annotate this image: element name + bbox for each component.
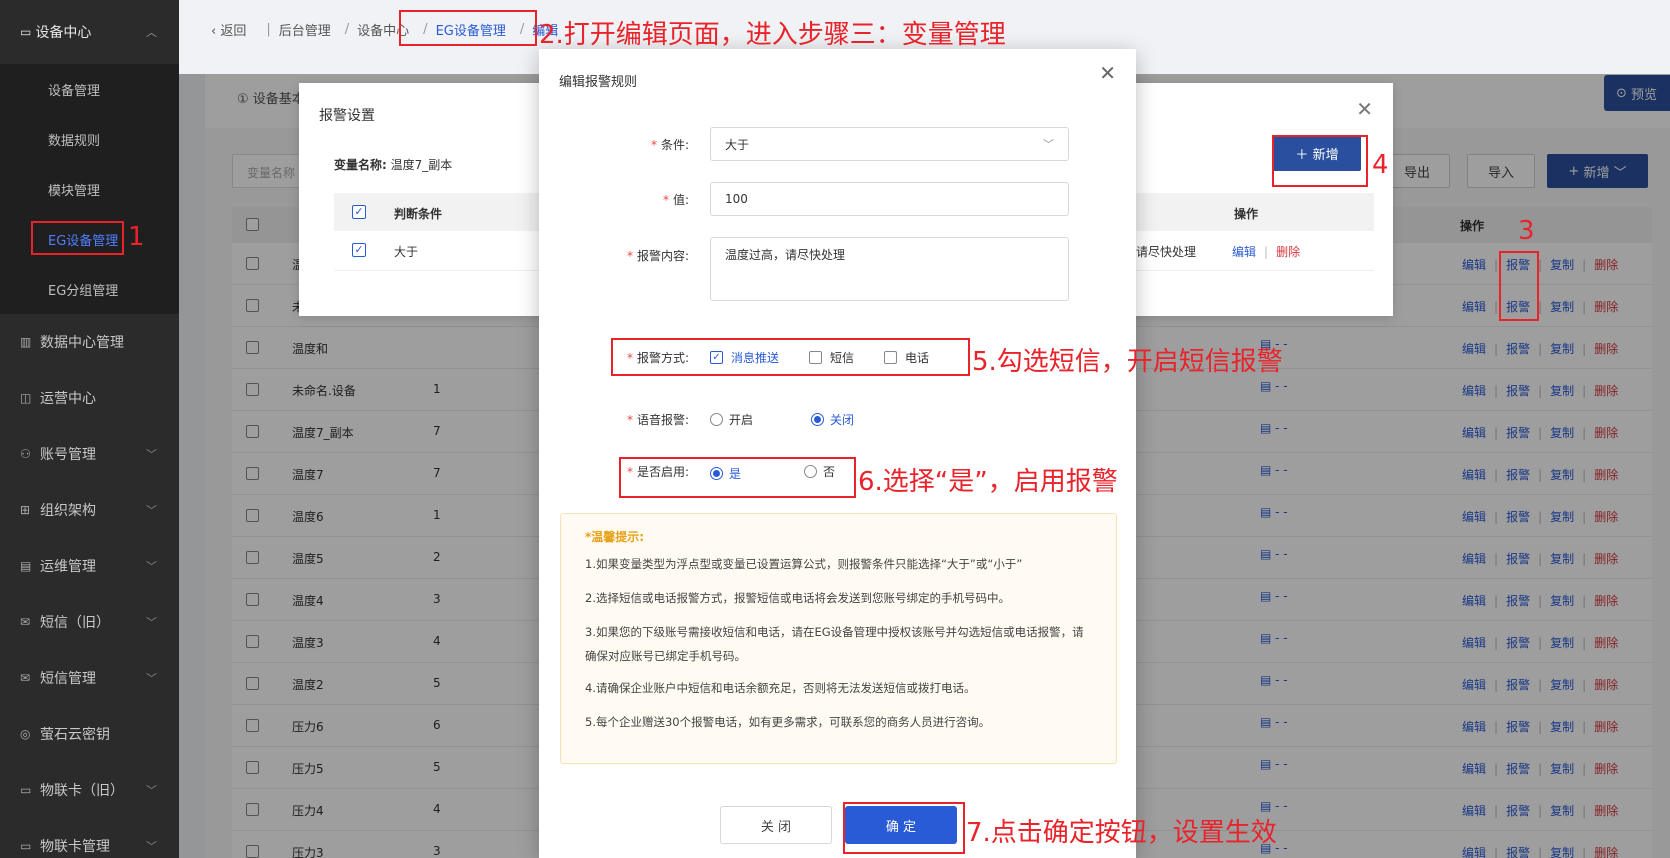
annotation-5: 5.勾选短信，开启短信报警 [972, 347, 1283, 377]
user-icon: ⚇ [20, 447, 31, 461]
annotation-box-7 [843, 802, 965, 854]
sidebar-item-sms[interactable]: ✉ 短信管理 ﹀ [0, 650, 179, 706]
tips-panel: *温馨提示: 1.如果变量类型为浮点型或变量已设置运算公式，则报警条件只能选择“… [560, 513, 1117, 764]
tip-line: 5.每个企业赠送30个报警电话，如有更多需求，可联系您的商务人员进行咨询。 [585, 715, 991, 729]
mail-icon: ✉ [20, 671, 31, 685]
content-textarea[interactable]: 温度过高，请尽快处理 [710, 237, 1069, 301]
alarm-variable-name: 变量名称: 温度7_副本 [334, 158, 453, 172]
chevron-down-icon: ﹀ [146, 672, 157, 685]
breadcrumb-backend[interactable]: 后台管理 [279, 20, 331, 39]
sidebar-item-data-rules[interactable]: 数据规则 [0, 114, 179, 164]
chevron-down-icon: ﹀ [146, 784, 157, 797]
chevron-down-icon: ﹀ [146, 616, 157, 629]
sidebar-submenu: 设备管理 数据规则 模块管理 EG设备管理 EG分组管理 [0, 64, 179, 314]
sidebar-item-data-center[interactable]: ▥ 数据中心管理 [0, 314, 179, 370]
sidebar-item-iot-card-old[interactable]: ▭ 物联卡（旧） ﹀ [0, 762, 179, 818]
sidebar: ▭ 设备中心 ︿ 设备管理 数据规则 模块管理 EG设备管理 EG分组管理 ▥ 数… [0, 0, 179, 858]
close-icon[interactable]: ✕ [1099, 61, 1116, 85]
sidebar-item-label: 数据中心管理 [40, 335, 124, 351]
sidebar-item-org[interactable]: ⊞ 组织架构 ﹀ [0, 482, 179, 538]
sidebar-item-label: 运维管理 [40, 559, 96, 575]
chevron-up-icon: ︿ [146, 26, 157, 39]
key-icon: ◎ [20, 727, 31, 741]
sidebar-item-label: 物联卡管理 [40, 839, 110, 855]
sidebar-item-maintenance[interactable]: ▤ 运维管理 ﹀ [0, 538, 179, 594]
breadcrumb-sep: / [344, 21, 350, 37]
tip-line: 3.如果您的下级账号需接收短信和电话，请在EG设备管理中授权该账号并勾选短信或电… [585, 625, 1084, 663]
annotation-4: 4 [1372, 150, 1389, 180]
sidebar-item-label: 运营中心 [40, 391, 96, 407]
card-icon: ▭ [20, 783, 32, 797]
sidebar-item-label: 短信管理 [40, 671, 96, 687]
tip-line: 1.如果变量类型为浮点型或变量已设置运算公式，则报警条件只能选择“大于”或“小于… [585, 557, 1023, 571]
annotation-6: 6.选择“是”，启用报警 [858, 467, 1118, 497]
org-icon: ⊞ [20, 503, 31, 517]
annotation-3: 3 [1518, 216, 1535, 246]
alarm-dialog-title: 报警设置 [319, 108, 375, 124]
sidebar-item-label: 账号管理 [40, 447, 96, 463]
alarm-content: 请尽快处理 [1136, 245, 1197, 259]
tip-line: 4.请确保企业账户中短信和电话余额充足，否则将无法发送短信或拨打电话。 [585, 681, 976, 695]
value-input[interactable]: 100 [710, 182, 1069, 216]
chevron-down-icon: ﹀ [1043, 138, 1054, 151]
sidebar-item-device-manage[interactable]: 设备管理 [0, 64, 179, 114]
sidebar-item-operations[interactable]: ◫ 运营中心 [0, 370, 179, 426]
clipboard-icon: ▤ [20, 559, 32, 573]
value-label: * 值: [662, 193, 689, 207]
annotation-box-4 [1272, 135, 1368, 187]
sidebar-group-device-center[interactable]: ▭ 设备中心 ︿ [0, 0, 179, 64]
annotation-1: 1 [128, 222, 145, 252]
sidebar-item-module-manage[interactable]: 模块管理 [0, 164, 179, 214]
sidebar-item-label: 物联卡（旧） [40, 783, 124, 799]
annotation-box-3 [1499, 251, 1539, 321]
mail-icon: ✉ [20, 615, 31, 629]
chart-icon: ▥ [20, 335, 32, 349]
alarm-row-ops: 编辑 | 删除 [1232, 245, 1301, 259]
back-link[interactable]: ‹ 返回 [211, 20, 252, 39]
alarm-condition: 大于 [394, 245, 419, 259]
edit-alarm-rule-dialog: 编辑报警规则 ✕ * 条件: 大于 ﹀ * 值: 100 * 报警内容: 温度过高，请尽… [539, 49, 1136, 858]
chevron-down-icon: ﹀ [146, 448, 157, 461]
condition-select[interactable]: 大于 ﹀ [710, 127, 1069, 161]
sidebar-group-label: 设备中心 [35, 25, 92, 41]
sidebar-item-sms-old[interactable]: ✉ 短信（旧） ﹀ [0, 594, 179, 650]
select-all-checkbox[interactable]: ✓ [352, 205, 366, 219]
sidebar-item-iot-card[interactable]: ▭ 物联卡管理 ﹀ [0, 818, 179, 858]
chevron-down-icon: ﹀ [146, 840, 157, 853]
tip-line: 2.选择短信或电话报警方式，报警短信或电话将会发送到您账号绑定的手机号码中。 [585, 591, 1010, 605]
annotation-2: 2.打开编辑页面，进入步骤三：变量管理 [539, 20, 1006, 50]
close-button[interactable]: 关 闭 [720, 806, 832, 844]
content-label: * 报警内容: [626, 249, 689, 263]
chevron-down-icon: ﹀ [146, 504, 157, 517]
row-checkbox[interactable]: ✓ [352, 243, 366, 257]
tips-title: *温馨提示: [585, 530, 645, 544]
sidebar-item-ezviz-key[interactable]: ◎ 萤石云密钥 [0, 706, 179, 762]
annotation-7: 7.点击确定按钮，设置生效 [966, 818, 1277, 848]
annotation-box-1 [31, 221, 124, 255]
chevron-down-icon: ﹀ [146, 560, 157, 573]
sidebar-item-eg-group[interactable]: EG分组管理 [0, 264, 179, 314]
voice-label: * 语音报警: [626, 413, 689, 427]
column-condition: 判断条件 [394, 207, 443, 221]
breadcrumb-sep: | [266, 21, 271, 37]
dialog-title: 编辑报警规则 [559, 75, 638, 90]
voice-on-radio[interactable]: 开启 [710, 411, 753, 428]
dashboard-icon: ◫ [20, 391, 32, 405]
sidebar-item-label: 萤石云密钥 [40, 727, 110, 743]
annotation-box-5 [611, 338, 970, 376]
voice-off-radio[interactable]: 关闭 [811, 411, 854, 428]
column-op: 操作 [1234, 207, 1259, 221]
delete-link[interactable]: 删除 [1276, 245, 1300, 259]
annotation-box-6 [619, 457, 856, 498]
edit-link[interactable]: 编辑 [1232, 245, 1256, 259]
sidebar-item-label: 短信（旧） [40, 615, 110, 631]
close-icon[interactable]: ✕ [1356, 97, 1373, 121]
annotation-box-2 [399, 10, 537, 46]
condition-label: * 条件: [650, 138, 689, 152]
sidebar-item-accounts[interactable]: ⚇ 账号管理 ﹀ [0, 426, 179, 482]
sidebar-item-label: 组织架构 [40, 503, 96, 519]
card-icon: ▭ [20, 839, 32, 853]
monitor-icon: ▭ [20, 25, 32, 39]
